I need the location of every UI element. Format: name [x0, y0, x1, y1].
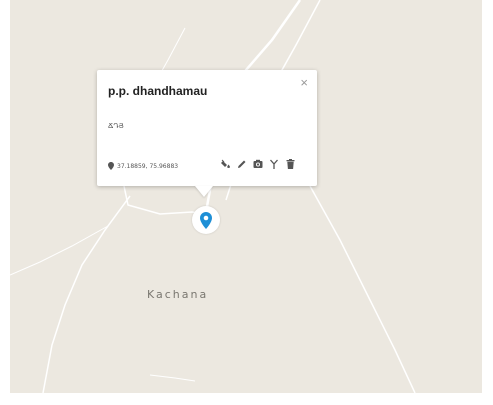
map-canvas[interactable]: Kachana p.p. dhandhamau × ՃԴՅ 37.18859, … [10, 0, 482, 393]
map-pin-icon [200, 211, 212, 229]
coordinates-text: 37.18859, 75.96883 [117, 162, 179, 170]
route-fork-icon[interactable] [269, 158, 279, 170]
pencil-icon[interactable] [237, 158, 247, 170]
map-frame: Kachana p.p. dhandhamau × ՃԴՅ 37.18859, … [0, 0, 493, 405]
road-network [10, 0, 416, 393]
road-southeast [309, 185, 416, 393]
popup-action-bar [221, 158, 295, 170]
track-bottom [149, 374, 196, 382]
road-southwest [42, 195, 131, 393]
paint-bucket-icon[interactable] [221, 158, 231, 170]
camera-icon[interactable] [253, 158, 263, 170]
popup-title: p.p. dhandhamau [108, 84, 208, 98]
location-marker[interactable] [192, 206, 220, 234]
popup-coordinates: 37.18859, 75.96883 [108, 162, 178, 170]
popup-pointer [195, 186, 213, 197]
place-label-kachana: Kachana [147, 288, 209, 301]
road-lower-left [123, 185, 205, 215]
pin-small-icon [108, 162, 114, 170]
track-west [10, 225, 109, 276]
location-popup: p.p. dhandhamau × ՃԴՅ 37.18859, 75.96883 [97, 70, 317, 186]
popup-description: ՃԴՅ [108, 122, 124, 130]
close-icon[interactable]: × [300, 76, 308, 90]
trash-icon[interactable] [285, 158, 295, 170]
